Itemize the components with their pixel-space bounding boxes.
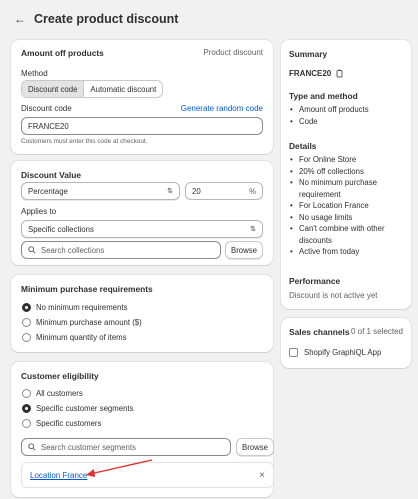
- option-label: Specific customers: [36, 419, 102, 428]
- checkbox-icon[interactable]: [289, 348, 298, 357]
- list-item: Code: [289, 116, 407, 128]
- list-item: 20% off collections: [289, 166, 409, 178]
- discount-value-card: Discount Value Percentage ⇅ 20 % Applies…: [11, 161, 273, 265]
- radio-icon: [22, 318, 31, 327]
- method-automatic-discount[interactable]: Automatic discount: [84, 81, 162, 97]
- generate-random-code-link[interactable]: Generate random code: [181, 104, 263, 113]
- radio-specific-segments[interactable]: Specific customer segments: [22, 401, 134, 416]
- option-label: Minimum purchase amount ($): [36, 318, 142, 327]
- discount-code-value: FRANCE20: [28, 121, 69, 131]
- segment-link-location-france[interactable]: Location France: [30, 471, 87, 480]
- details-list: For Online Store 20% off collections No …: [289, 154, 409, 258]
- collections-search-input[interactable]: Search collections: [21, 241, 221, 259]
- option-label: All customers: [36, 389, 83, 398]
- annotation-arrow-icon: [86, 459, 153, 477]
- list-item: No usage limits: [289, 212, 409, 224]
- discount-type-select[interactable]: Percentage ⇅: [21, 182, 180, 200]
- sales-channels-count: 0 of 1 selected: [350, 327, 403, 336]
- applies-to-label: Applies to: [21, 207, 57, 216]
- copy-icon[interactable]: [336, 69, 344, 78]
- type-method-list: Amount off products Code: [289, 104, 407, 127]
- radio-minimum-amount[interactable]: Minimum purchase amount ($): [22, 315, 142, 330]
- radio-selected-icon: [22, 303, 31, 312]
- radio-icon: [22, 419, 31, 428]
- customer-eligibility-title: Customer eligibility: [21, 371, 99, 381]
- percent-suffix: %: [249, 186, 256, 196]
- method-discount-code[interactable]: Discount code: [22, 81, 84, 97]
- browse-collections-button[interactable]: Browse: [225, 241, 263, 259]
- select-chevron-icon: ⇅: [250, 225, 256, 233]
- option-label: Minimum quantity of items: [36, 333, 127, 342]
- list-item: Amount off products: [289, 104, 407, 116]
- summary-card: Summary FRANCE20 Type and method Amount …: [281, 40, 411, 309]
- discount-code-help: Customers must enter this code at checko…: [21, 138, 148, 145]
- option-label: No minimum requirements: [36, 303, 128, 312]
- product-discount-label: Product discount: [203, 48, 263, 57]
- amount-off-card: Amount off products Product discount Met…: [11, 40, 273, 154]
- performance-text: Discount is not active yet: [289, 291, 378, 300]
- segments-search-placeholder: Search customer segments: [41, 442, 136, 452]
- amount-off-title: Amount off products: [21, 48, 104, 58]
- remove-segment-close-icon[interactable]: ×: [259, 470, 265, 481]
- back-arrow-icon[interactable]: ←: [14, 12, 26, 26]
- details-title: Details: [289, 141, 317, 151]
- applies-to-value: Specific collections: [28, 224, 94, 234]
- sales-channels-title: Sales channels: [289, 327, 350, 337]
- radio-no-minimum[interactable]: No minimum requirements: [22, 300, 142, 315]
- list-item: For Online Store: [289, 154, 409, 166]
- radio-specific-customers[interactable]: Specific customers: [22, 416, 134, 431]
- select-chevron-icon: ⇅: [167, 187, 173, 195]
- minimum-requirements-card: Minimum purchase requirements No minimum…: [11, 275, 273, 352]
- applies-to-select[interactable]: Specific collections ⇅: [21, 220, 263, 238]
- method-label: Method: [21, 69, 48, 78]
- list-item: No minimum purchase requirement: [289, 177, 409, 200]
- discount-amount-input[interactable]: 20 %: [185, 182, 263, 200]
- summary-code: FRANCE20: [289, 69, 332, 78]
- minimum-requirements-title: Minimum purchase requirements: [21, 284, 153, 294]
- search-icon: [28, 246, 36, 254]
- list-item: Can't combine with other discounts: [289, 223, 409, 246]
- discount-value-title: Discount Value: [21, 170, 82, 180]
- browse-segments-button[interactable]: Browse: [236, 438, 274, 456]
- sales-channel-row[interactable]: Shopify GraphiQL App: [289, 348, 381, 357]
- summary-title: Summary: [289, 49, 328, 59]
- discount-amount-value: 20: [192, 186, 201, 196]
- radio-all-customers[interactable]: All customers: [22, 386, 134, 401]
- radio-icon: [22, 333, 31, 342]
- discount-code-input[interactable]: FRANCE20: [21, 117, 263, 135]
- list-item: For Location France: [289, 200, 409, 212]
- radio-selected-icon: [22, 404, 31, 413]
- performance-title: Performance: [289, 276, 341, 286]
- list-item: Active from today: [289, 246, 409, 258]
- page-header: ← Create product discount: [0, 0, 418, 38]
- collections-search-placeholder: Search collections: [41, 245, 105, 255]
- segments-search-input[interactable]: Search customer segments: [21, 438, 231, 456]
- sales-channel-label: Shopify GraphiQL App: [304, 348, 382, 357]
- page-title: Create product discount: [34, 12, 179, 26]
- type-method-title: Type and method: [289, 91, 358, 101]
- summary-code-row: FRANCE20: [289, 69, 344, 78]
- discount-code-label: Discount code: [21, 104, 72, 113]
- radio-minimum-quantity[interactable]: Minimum quantity of items: [22, 330, 142, 345]
- discount-type-value: Percentage: [28, 186, 68, 196]
- method-segmented-control: Discount code Automatic discount: [21, 80, 164, 98]
- sales-channels-card: Sales channels 0 of 1 selected Shopify G…: [281, 318, 411, 368]
- search-icon: [28, 443, 36, 451]
- radio-icon: [22, 389, 31, 398]
- option-label: Specific customer segments: [36, 404, 134, 413]
